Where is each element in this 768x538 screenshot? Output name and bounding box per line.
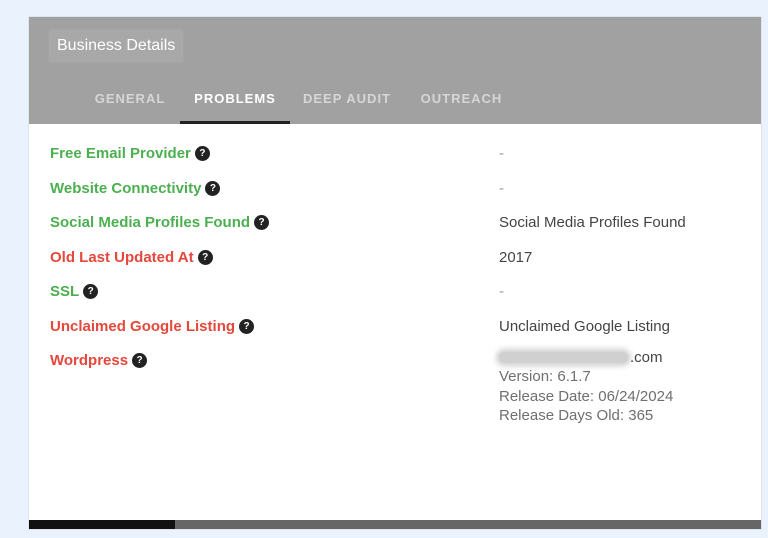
problem-label: Free Email Provider (50, 144, 191, 162)
help-icon[interactable]: ? (194, 145, 210, 161)
problem-value: - (499, 145, 504, 162)
help-icon[interactable]: ? (205, 180, 221, 196)
problem-label: Social Media Profiles Found (50, 213, 251, 231)
business-details-panel: Business Details GENERAL PROBLEMS DEEP A… (29, 17, 761, 529)
help-icon[interactable]: ? (254, 214, 270, 230)
wordpress-details: .com Version: 6.1.7 Release Date: 06/24/… (499, 347, 673, 426)
active-tab-indicator (180, 121, 290, 124)
problem-row-free-email-provider: Free Email Provider ? (50, 143, 210, 163)
problem-label: Wordpress (50, 351, 129, 369)
problem-label: SSL (50, 282, 80, 300)
wordpress-version: Version: 6.1.7 (499, 368, 591, 385)
problem-row-old-last-updated: Old Last Updated At ? (50, 247, 213, 267)
tab-problems[interactable]: PROBLEMS (180, 91, 290, 106)
redacted-domain (499, 351, 628, 363)
problem-value: - (499, 180, 504, 197)
help-icon[interactable]: ? (132, 352, 148, 368)
tab-outreach[interactable]: OUTREACH (414, 91, 509, 106)
wordpress-domain: .com (499, 347, 673, 367)
problem-row-unclaimed-google-listing: Unclaimed Google Listing ? (50, 316, 255, 336)
problem-value: Social Media Profiles Found (499, 214, 686, 231)
scroll-track[interactable] (29, 520, 761, 529)
problem-row-website-connectivity: Website Connectivity ? (50, 178, 221, 198)
tab-general[interactable]: GENERAL (90, 91, 170, 106)
problem-row-wordpress: Wordpress ? (50, 350, 148, 370)
panel-title: Business Details (50, 31, 183, 61)
tab-deep-audit[interactable]: DEEP AUDIT (297, 91, 397, 106)
wordpress-release-days-old: Release Days Old: 365 (499, 407, 654, 424)
help-icon[interactable]: ? (83, 283, 99, 299)
problem-value: Unclaimed Google Listing (499, 318, 670, 335)
domain-suffix: .com (630, 348, 663, 366)
panel-header: Business Details GENERAL PROBLEMS DEEP A… (29, 17, 761, 124)
problem-row-social-media-profiles: Social Media Profiles Found ? (50, 212, 270, 232)
problem-label: Old Last Updated At (50, 248, 194, 266)
scroll-thumb[interactable] (29, 520, 176, 529)
problem-label: Website Connectivity (50, 179, 202, 197)
problem-label: Unclaimed Google Listing (50, 317, 236, 335)
wordpress-release-date: Release Date: 06/24/2024 (499, 387, 674, 405)
problem-row-ssl: SSL ? (50, 281, 99, 301)
help-icon[interactable]: ? (197, 249, 213, 265)
problem-value: - (499, 283, 504, 300)
problem-value: 2017 (499, 249, 533, 266)
help-icon[interactable]: ? (239, 318, 255, 334)
